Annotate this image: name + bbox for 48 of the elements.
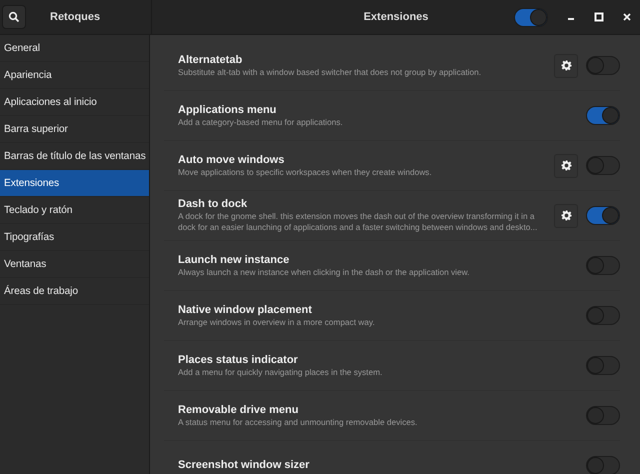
close-icon[interactable] (622, 12, 632, 22)
extension-description: A dock for the gnome shell. this extension moves the dash out of the overview transforming it in a dock for an easier launching of applications and a faster switching between windows and deskto... (178, 211, 538, 233)
maximize-icon[interactable] (594, 12, 604, 22)
gear-icon (560, 160, 572, 171)
extension-toggle[interactable] (586, 356, 620, 375)
extension-name: Launch new instance (178, 254, 290, 266)
extension-toggle[interactable] (586, 106, 620, 125)
extension-name: Applications menu (178, 104, 278, 116)
gear-icon (560, 60, 572, 71)
extension-name: Places status indicator (178, 354, 299, 366)
extension-toggle[interactable] (586, 156, 620, 175)
sidebar-item[interactable]: Áreas de trabajo (0, 278, 149, 305)
window-title: Extensiones (364, 11, 428, 23)
extension-toggle[interactable] (586, 306, 620, 325)
extension-toggle[interactable] (586, 406, 620, 425)
sidebar-item[interactable]: Extensiones (0, 170, 149, 197)
gear-icon (560, 210, 572, 221)
extension-name: Dash to dock (178, 198, 248, 210)
sidebar-item[interactable]: Apariencia (0, 62, 149, 89)
extension-description: A status menu for accessing and unmounting removable devices. (178, 416, 418, 428)
sidebar-item[interactable]: Ventanas (0, 251, 149, 278)
sidebar-item[interactable]: Tipografías (0, 224, 149, 251)
search-button[interactable] (2, 5, 26, 29)
extension-name: Screenshot window sizer (178, 459, 310, 471)
sidebar-item[interactable]: Teclado y ratón (0, 197, 149, 224)
sidebar-item[interactable]: Aplicaciones al inicio (0, 89, 149, 116)
extension-description: Substitute alt-tab with a window based switcher that does not group by application. (178, 66, 482, 78)
extension-toggle[interactable] (586, 206, 620, 225)
extension-toggle[interactable] (586, 256, 620, 275)
sidebar-item[interactable]: General (0, 35, 149, 62)
extension-description: Add a category-based menu for applications. (178, 116, 344, 128)
extension-name: Native window placement (178, 304, 313, 316)
extension-description: Add a menu for quickly navigating places in the system. (178, 366, 384, 378)
settings-button[interactable] (554, 204, 578, 228)
sidebar-title: Retoques (50, 11, 100, 23)
search-icon (8, 11, 20, 23)
sidebar-item[interactable]: Barra superior (0, 116, 149, 143)
settings-button[interactable] (554, 54, 578, 78)
extension-name: Auto move windows (178, 154, 286, 166)
extension-toggle[interactable] (586, 456, 620, 474)
extension-description: Move applications to specific workspaces when they create windows. (178, 166, 433, 178)
extension-name: Removable drive menu (178, 404, 300, 416)
extension-name: Alternatetab (178, 54, 244, 66)
settings-button[interactable] (554, 154, 578, 178)
extension-toggle[interactable] (586, 56, 620, 75)
extension-description: Arrange windows in overview in a more compact way. (178, 316, 376, 328)
extensions-toggle[interactable] (514, 8, 548, 26)
extension-description: Always launch a new instance when clicking in the dash or the application view. (178, 266, 470, 278)
